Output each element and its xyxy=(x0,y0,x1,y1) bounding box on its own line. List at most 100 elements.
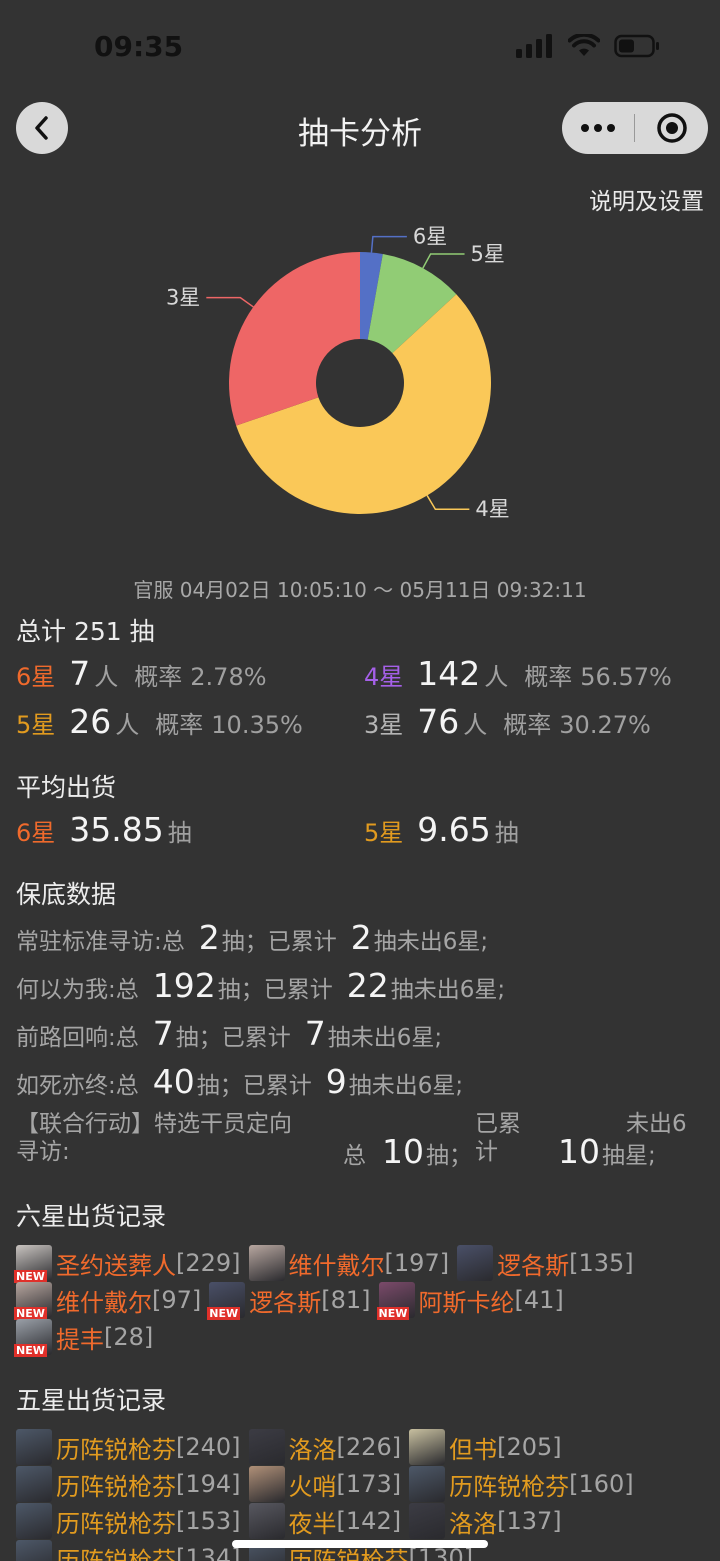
target-icon xyxy=(656,113,687,143)
operator-avatar xyxy=(409,1429,446,1465)
operator-name: 逻各斯 xyxy=(249,1288,322,1317)
more-button[interactable] xyxy=(562,123,634,133)
operator-name: 历阵锐枪芬 xyxy=(56,1472,176,1501)
four-star-label: 4星 xyxy=(364,663,404,691)
operator-avatar xyxy=(248,1503,285,1539)
operator-name: 历阵锐枪芬 xyxy=(56,1546,176,1561)
joint-total-value: 10 xyxy=(382,1132,424,1171)
operator-avatar xyxy=(16,1540,52,1561)
summary-four-row: 4星 142 人 概率 56.57% xyxy=(364,654,672,693)
three-star-label: 3星 xyxy=(364,711,404,739)
unit-person: 人 xyxy=(115,711,140,739)
joint-name-line2: 寻访: xyxy=(16,1139,70,1165)
close-mini-program-button[interactable] xyxy=(635,112,708,144)
nav-bar: 抽卡分析 xyxy=(0,96,720,160)
rate-label: 概率 xyxy=(155,711,204,739)
home-indicator xyxy=(232,1540,488,1548)
star-distribution-chart: 6星 5星 4星 3星 xyxy=(166,225,510,522)
rate-label: 概率 xyxy=(524,663,573,691)
operator-name: 但书 xyxy=(449,1435,498,1464)
operator-name: 历阵锐枪芬 xyxy=(56,1509,176,1538)
pity-tail-text: 抽未出6星; xyxy=(348,1073,464,1099)
pity-accum-value: 2 xyxy=(350,918,372,957)
operator-avatar-image xyxy=(16,1540,52,1561)
record-item: 历阵锐枪芬 [153] xyxy=(16,1503,241,1539)
operator-avatar xyxy=(409,1503,446,1539)
pity-accum-value: 22 xyxy=(346,966,389,1005)
joint-after-total: 抽； xyxy=(426,1143,472,1169)
five-star-label: 5星 xyxy=(16,711,56,739)
pity-accum-value: 9 xyxy=(325,1062,347,1101)
six-star-label: 6星 xyxy=(16,663,56,691)
pity-mid-text: 抽；已累计 xyxy=(217,977,333,1003)
operator-name: 历阵锐枪芬 xyxy=(449,1472,570,1501)
operator-avatar xyxy=(16,1429,52,1465)
record-item: NEW 维什戴尔 [97] xyxy=(14,1282,201,1320)
pull-number: [229] xyxy=(176,1249,241,1277)
joint-total: 总 10 抽； xyxy=(343,1132,472,1171)
new-badge: NEW xyxy=(376,1307,410,1320)
status-bar: 09:35 xyxy=(0,0,720,96)
joint-name-line1: 【联合行动】特选干员定向 xyxy=(16,1111,292,1137)
pull-number: [173] xyxy=(336,1470,402,1498)
record-item: 洛洛 [137] xyxy=(409,1503,562,1539)
mini-program-capsule xyxy=(562,102,708,154)
operator-name: 火哨 xyxy=(288,1472,337,1501)
pull-number: [142] xyxy=(336,1507,402,1535)
pity-pool-name: 何以为我:总 xyxy=(16,977,139,1003)
status-icons xyxy=(516,34,660,58)
joint-unit: 抽星; xyxy=(602,1143,656,1169)
record-item: 洛洛 [226] xyxy=(248,1429,401,1465)
pity-pool-name: 常驻标准寻访:总 xyxy=(16,929,185,955)
pull-number: [81] xyxy=(321,1286,371,1314)
unit-person: 人 xyxy=(484,663,509,691)
record-item: NEW 阿斯卡纶 [41] xyxy=(376,1282,564,1320)
operator-avatar-image xyxy=(409,1429,446,1465)
summary-title: 总计 251 抽 xyxy=(16,617,155,646)
pull-number: [135] xyxy=(569,1249,634,1277)
operator-avatar-image xyxy=(16,1503,52,1539)
pity-row: 常驻标准寻访:总 2 抽；已累计 2 抽未出6星; xyxy=(16,918,488,957)
record-item: NEW 圣约送葬人 [229] xyxy=(14,1245,241,1283)
pie-label: 6星 xyxy=(413,225,447,249)
pity-mid-text: 抽；已累计 xyxy=(221,929,337,955)
record-line: 历阵锐枪芬 [194] 火哨 [173] 历阵锐枪芬 [160] xyxy=(16,1466,642,1502)
new-badge: NEW xyxy=(14,1344,47,1357)
avg-five-value: 9.65 xyxy=(417,810,491,849)
pity-total-value: 192 xyxy=(152,966,216,1005)
joint-name: 【联合行动】特选干员定向 寻访: xyxy=(16,1110,292,1166)
pity-tail-text: 抽未出6星; xyxy=(327,1025,443,1051)
average-title: 平均出货 xyxy=(16,773,117,802)
operator-avatar xyxy=(409,1466,446,1502)
record-line: 历阵锐枪芬 [240] 洛洛 [226] 但书 [205] xyxy=(16,1429,570,1465)
pity-total-value: 7 xyxy=(152,1014,174,1053)
pity-row: 何以为我:总 192 抽；已累计 22 抽未出6星; xyxy=(16,966,505,1005)
pity-total-value: 2 xyxy=(198,918,220,957)
avg-unit: 抽 xyxy=(494,819,519,847)
joint-operation-pity-row: 【联合行动】特选干员定向 寻访: 总 10 抽； 已累 计 10 抽星; 未出6 xyxy=(16,1110,706,1172)
operator-name: 提丰 xyxy=(56,1325,104,1354)
five-records-title: 五星出货记录 xyxy=(16,1386,167,1415)
record-item: 历阵锐枪芬 [240] xyxy=(16,1429,241,1465)
operator-avatar: NEW xyxy=(14,1319,52,1357)
four-star-rate: 56.57% xyxy=(580,663,672,691)
operator-avatar-image xyxy=(248,1466,285,1502)
six-star-rate: 2.78% xyxy=(190,663,267,691)
pull-number: [160] xyxy=(569,1470,634,1498)
record-line: NEW 提丰 [28] xyxy=(14,1319,161,1357)
record-line: NEW 维什戴尔 [97] NEW 逻各斯 [81] NEW 阿斯卡纶 [41] xyxy=(14,1282,572,1320)
operator-name: 阿斯卡纶 xyxy=(418,1288,515,1317)
five-star-count: 26 xyxy=(69,702,112,741)
avg-six-value: 35.85 xyxy=(69,810,164,849)
operator-avatar-image xyxy=(409,1503,446,1539)
three-star-count: 76 xyxy=(417,702,460,741)
pie-label: 4星 xyxy=(475,497,509,521)
operator-avatar xyxy=(248,1429,285,1465)
wifi-icon xyxy=(568,34,600,56)
pie-label-line xyxy=(422,253,465,269)
joint-accum-label: 已累 计 xyxy=(475,1110,521,1166)
operator-avatar-image xyxy=(248,1503,285,1539)
status-time: 09:35 xyxy=(94,30,184,63)
operator-avatar-image xyxy=(409,1466,446,1502)
operator-avatar-image xyxy=(457,1245,494,1281)
